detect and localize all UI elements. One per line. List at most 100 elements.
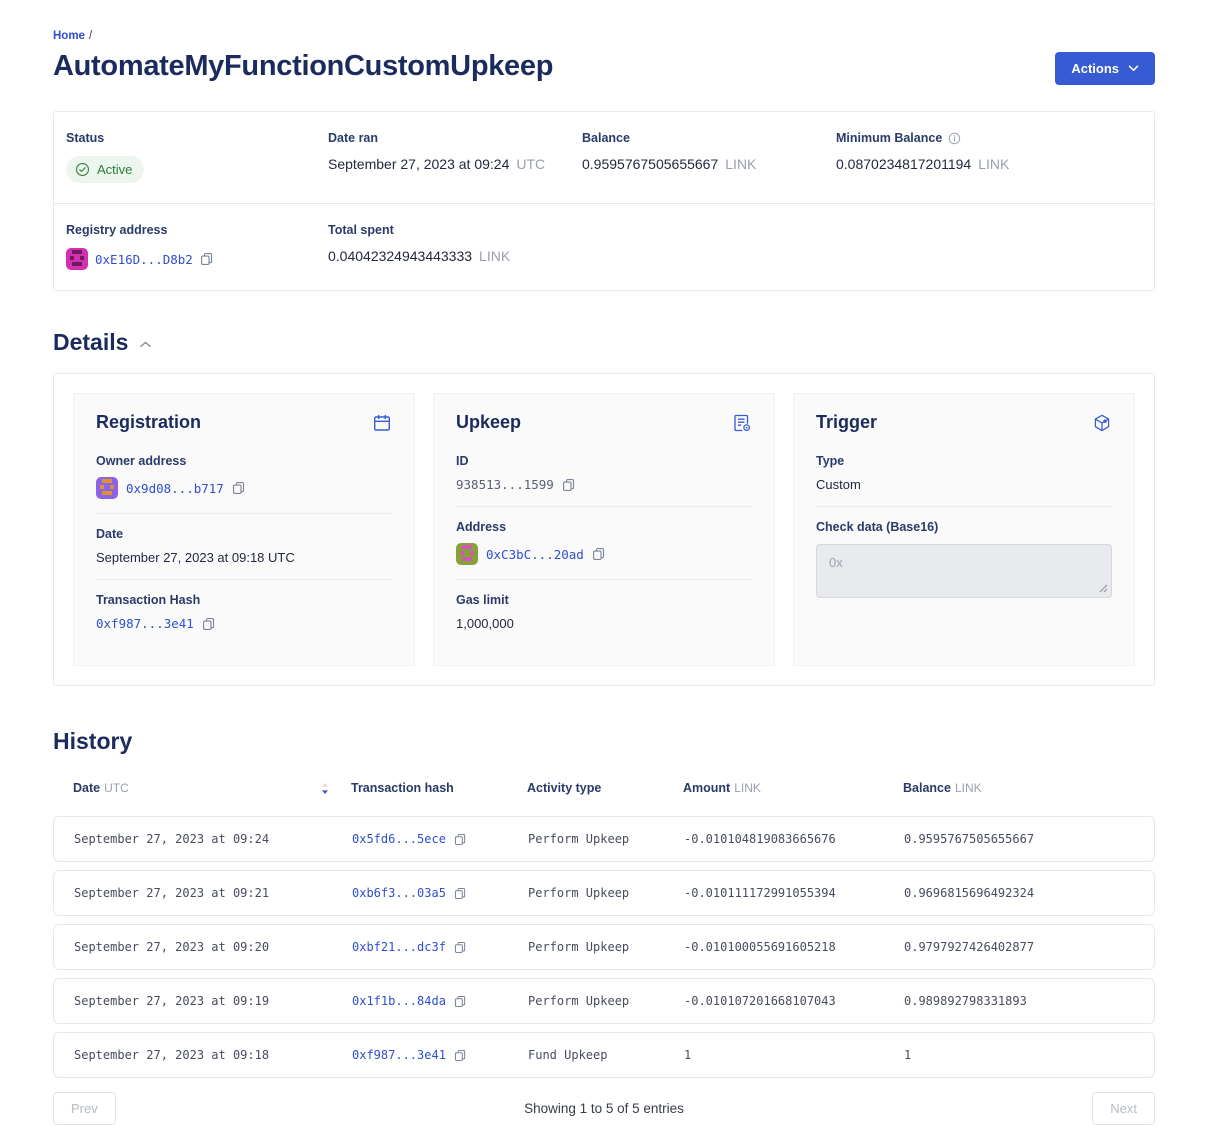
row-amount: -0.010111172991055394 bbox=[684, 886, 904, 900]
registration-tx-link[interactable]: 0xf987...3e41 bbox=[96, 616, 194, 631]
min-balance-label: Minimum Balance bbox=[836, 131, 942, 145]
breadcrumb-home-link[interactable]: Home bbox=[53, 30, 85, 42]
row-tx-link[interactable]: 0xf987...3e41 bbox=[352, 1048, 446, 1062]
copy-icon[interactable] bbox=[200, 252, 213, 266]
table-row: September 27, 2023 at 09:20 0xbf21...dc3… bbox=[53, 924, 1155, 970]
upkeep-address-link[interactable]: 0xC3bC...20ad bbox=[486, 547, 584, 562]
trigger-card: Trigger Type Custom Check data (Base16) bbox=[793, 393, 1135, 666]
column-balance: BalanceLINK bbox=[903, 781, 1155, 795]
check-circle-icon bbox=[75, 162, 90, 177]
chevron-down-icon bbox=[1128, 65, 1139, 72]
row-activity: Fund Upkeep bbox=[528, 1048, 684, 1062]
row-date: September 27, 2023 at 09:24 bbox=[74, 832, 352, 846]
copy-icon[interactable] bbox=[454, 887, 466, 900]
total-spent-unit: LINK bbox=[479, 248, 510, 264]
column-date: DateUTC bbox=[73, 781, 351, 795]
owner-address-field: Owner address 0x9d08...b717 bbox=[96, 441, 392, 513]
status-label: Status bbox=[66, 131, 328, 145]
column-date-unit: UTC bbox=[104, 781, 129, 795]
row-amount: -0.010107201668107043 bbox=[684, 994, 904, 1008]
table-row: September 27, 2023 at 09:21 0xb6f3...03a… bbox=[53, 870, 1155, 916]
date-ran-utc: UTC bbox=[516, 156, 545, 172]
status-value: Active bbox=[97, 162, 132, 177]
pagination: Prev Showing 1 to 5 of 5 entries Next bbox=[53, 1092, 1155, 1125]
row-tx-link[interactable]: 0x5fd6...5ece bbox=[352, 832, 446, 846]
trigger-type-value: Custom bbox=[816, 477, 861, 492]
registration-tx-field: Transaction Hash 0xf987...3e41 bbox=[96, 579, 392, 645]
trigger-type-field: Type Custom bbox=[816, 441, 1112, 506]
copy-icon[interactable] bbox=[454, 995, 466, 1008]
owner-address-link[interactable]: 0x9d08...b717 bbox=[126, 481, 224, 496]
summary-row-1: Status Active Date ran September 27, 202… bbox=[54, 112, 1154, 203]
min-balance-unit: LINK bbox=[978, 156, 1009, 172]
copy-icon[interactable] bbox=[592, 547, 605, 561]
prev-button[interactable]: Prev bbox=[53, 1092, 116, 1125]
calendar-icon bbox=[372, 413, 392, 433]
row-date: September 27, 2023 at 09:18 bbox=[74, 1048, 352, 1062]
row-activity: Perform Upkeep bbox=[528, 994, 684, 1008]
registration-card: Registration Owner address 0x9d08...b717… bbox=[73, 393, 415, 666]
table-row: September 27, 2023 at 09:24 0x5fd6...5ec… bbox=[53, 816, 1155, 862]
copy-icon[interactable] bbox=[454, 1049, 466, 1062]
table-row: September 27, 2023 at 09:18 0xf987...3e4… bbox=[53, 1032, 1155, 1078]
upkeep-page: Home / AutomateMyFunctionCustomUpkeep Act… bbox=[0, 0, 1208, 1145]
summary-card: Status Active Date ran September 27, 202… bbox=[53, 111, 1155, 291]
copy-icon[interactable] bbox=[202, 617, 215, 631]
row-date: September 27, 2023 at 09:20 bbox=[74, 940, 352, 954]
row-date: September 27, 2023 at 09:19 bbox=[74, 994, 352, 1008]
row-balance: 0.9797927426402877 bbox=[904, 940, 1154, 954]
min-balance-value: 0.0870234817201194 bbox=[836, 156, 971, 172]
info-icon[interactable] bbox=[948, 132, 961, 145]
summary-row-2: Registry address 0xE16D...D8b2 Total spe… bbox=[54, 203, 1154, 290]
trigger-type-label: Type bbox=[816, 454, 1112, 468]
gas-limit-field: Gas limit 1,000,000 bbox=[456, 579, 752, 645]
actions-button[interactable]: Actions bbox=[1055, 52, 1155, 85]
sort-desc-icon[interactable] bbox=[321, 782, 329, 795]
gas-limit-label: Gas limit bbox=[456, 593, 752, 607]
registration-date-field: Date September 27, 2023 at 09:18 UTC bbox=[96, 513, 392, 579]
history-table-header: DateUTC Transaction hash Activity type A… bbox=[53, 781, 1155, 795]
upkeep-title: Upkeep bbox=[456, 412, 521, 433]
cube-icon bbox=[1092, 413, 1112, 433]
row-balance: 1 bbox=[904, 1048, 1154, 1062]
registry-address-link[interactable]: 0xE16D...D8b2 bbox=[95, 252, 193, 267]
details-card: Registration Owner address 0x9d08...b717… bbox=[53, 373, 1155, 686]
actions-button-label: Actions bbox=[1071, 61, 1119, 76]
owner-address-label: Owner address bbox=[96, 454, 392, 468]
check-data-label: Check data (Base16) bbox=[816, 520, 1112, 534]
registration-date-label: Date bbox=[96, 527, 392, 541]
copy-icon[interactable] bbox=[232, 481, 245, 495]
check-data-field: Check data (Base16) bbox=[816, 506, 1112, 617]
copy-icon[interactable] bbox=[562, 478, 575, 492]
collapse-caret-icon[interactable] bbox=[138, 339, 153, 350]
copy-icon[interactable] bbox=[454, 833, 466, 846]
min-balance-field: Minimum Balance 0.0870234817201194 LINK bbox=[836, 131, 1154, 183]
upkeep-id-label: ID bbox=[456, 454, 752, 468]
registry-address-label: Registry address bbox=[66, 223, 328, 237]
total-spent-field: Total spent 0.04042324943443333LINK bbox=[328, 223, 582, 270]
balance-field: Balance 0.9595767505655667LINK bbox=[582, 131, 836, 183]
row-activity: Perform Upkeep bbox=[528, 940, 684, 954]
row-activity: Perform Upkeep bbox=[528, 832, 684, 846]
row-tx-link[interactable]: 0x1f1b...84da bbox=[352, 994, 446, 1008]
registry-address-field: Registry address 0xE16D...D8b2 bbox=[66, 223, 328, 270]
breadcrumb-separator: / bbox=[89, 30, 92, 42]
balance-unit: LINK bbox=[725, 156, 756, 172]
status-badge: Active bbox=[66, 156, 144, 183]
page-title: AutomateMyFunctionCustomUpkeep bbox=[53, 50, 553, 83]
pagination-summary: Showing 1 to 5 of 5 entries bbox=[524, 1101, 684, 1116]
row-tx-link[interactable]: 0xbf21...dc3f bbox=[352, 940, 446, 954]
row-amount: -0.010104819083665676 bbox=[684, 832, 904, 846]
row-tx-link[interactable]: 0xb6f3...03a5 bbox=[352, 886, 446, 900]
gas-limit-value: 1,000,000 bbox=[456, 616, 514, 631]
next-button[interactable]: Next bbox=[1092, 1092, 1155, 1125]
row-balance: 0.9696815696492324 bbox=[904, 886, 1154, 900]
row-amount: -0.010100055691605218 bbox=[684, 940, 904, 954]
registration-tx-label: Transaction Hash bbox=[96, 593, 392, 607]
row-balance: 0.989892798331893 bbox=[904, 994, 1154, 1008]
upkeep-address-identicon bbox=[456, 543, 478, 565]
copy-icon[interactable] bbox=[454, 941, 466, 954]
owner-identicon bbox=[96, 477, 118, 499]
check-data-input[interactable] bbox=[816, 544, 1112, 598]
upkeep-card: Upkeep ID 938513...1599 Address 0x bbox=[433, 393, 775, 666]
